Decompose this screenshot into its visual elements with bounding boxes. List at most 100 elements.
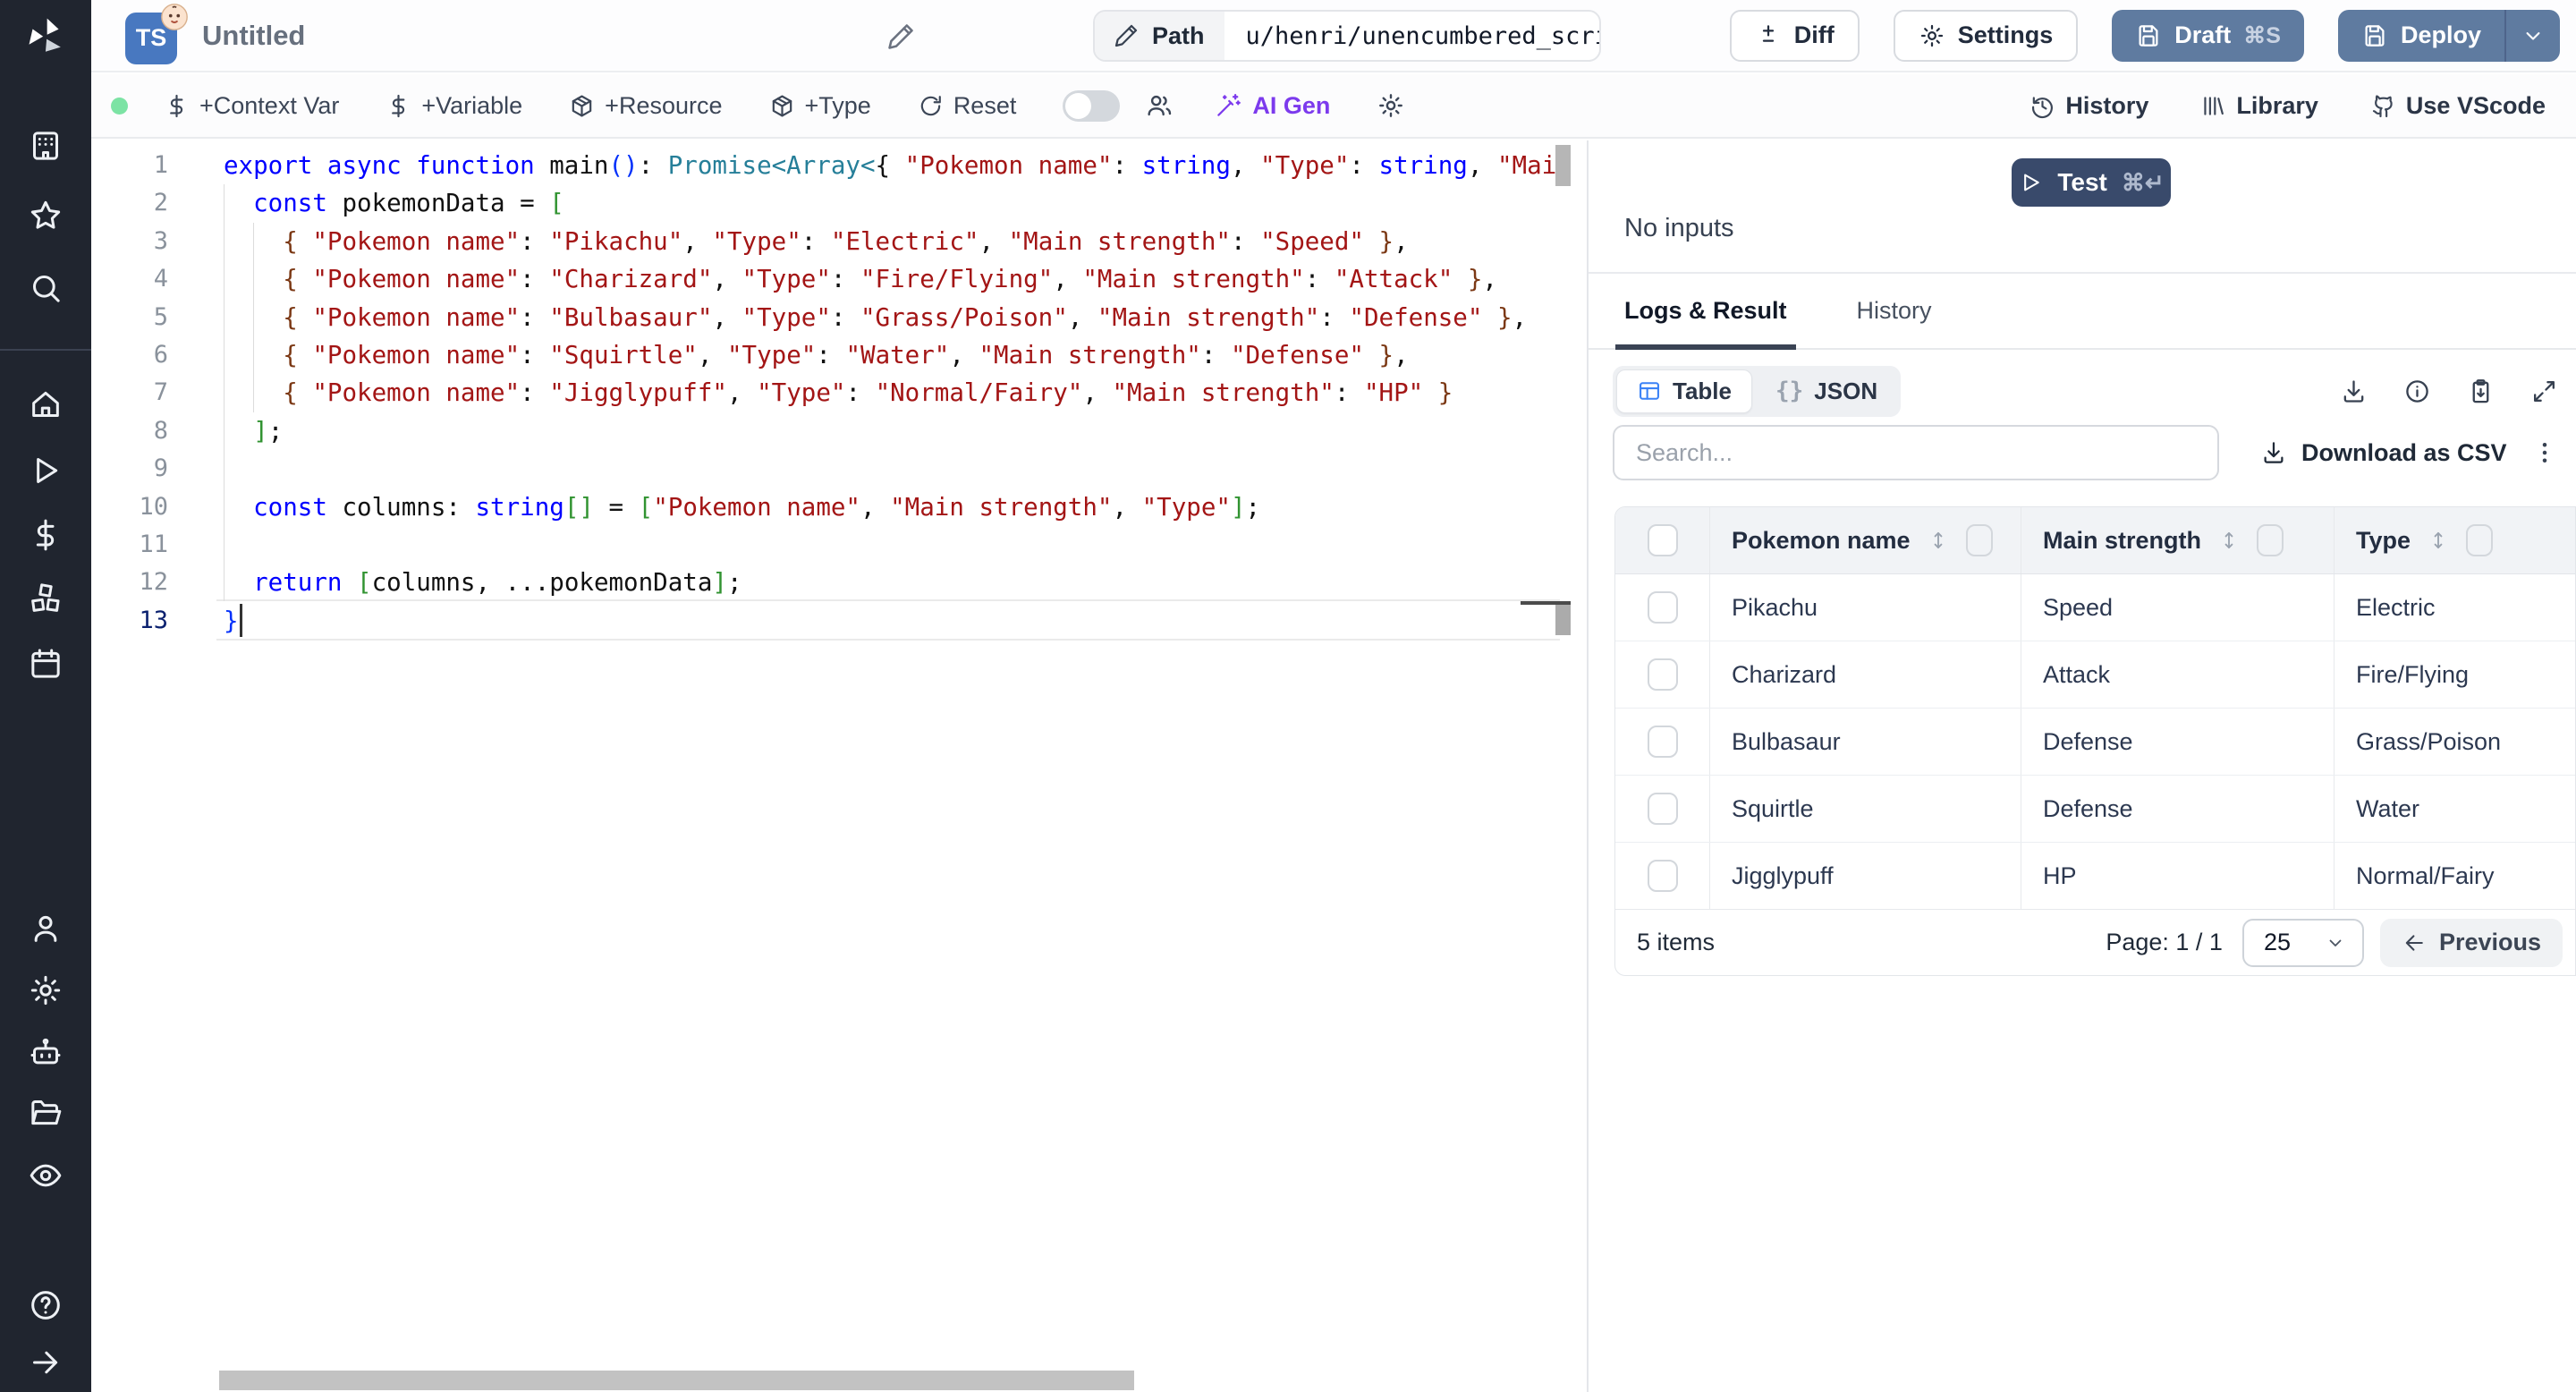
- view-table-button[interactable]: Table: [1616, 369, 1752, 413]
- code-editor[interactable]: 1 2 3 4 5 6 7 8 9 10 11 12 13 export async function …: [91, 140, 1589, 1392]
- row-checkbox[interactable]: [1647, 726, 1678, 758]
- view-json-button[interactable]: {} JSON: [1756, 370, 1897, 412]
- table-row[interactable]: Bulbasaur Defense Grass/Poison: [1615, 709, 2575, 776]
- deploy-more-button[interactable]: [2504, 9, 2560, 62]
- previous-page-button[interactable]: Previous: [2379, 918, 2563, 967]
- table-icon: [1637, 378, 1662, 403]
- expand-icon[interactable]: [2530, 378, 2558, 405]
- sort-icon[interactable]: [2427, 527, 2450, 554]
- toolbar--context-var-button[interactable]: +Context Var: [164, 92, 339, 120]
- library-icon: [2200, 93, 2226, 119]
- sort-icon[interactable]: [2217, 527, 2241, 554]
- sidebar-item-folder-icon[interactable]: [28, 1095, 64, 1131]
- sidebar-item-person-icon[interactable]: [28, 911, 64, 946]
- toolbar-label: +Type: [804, 91, 871, 119]
- sidebar-item-search-icon[interactable]: [28, 270, 64, 306]
- draft-button[interactable]: Draft ⌘S: [2112, 9, 2304, 62]
- package-icon: [569, 93, 595, 119]
- diff-icon: [1755, 22, 1782, 49]
- search-input[interactable]: [1613, 425, 2219, 480]
- kebab-menu-icon[interactable]: [2531, 439, 2558, 466]
- table-row[interactable]: Charizard Attack Fire/Flying: [1615, 641, 2575, 709]
- table-cell: Speed: [2021, 574, 2334, 641]
- row-checkbox[interactable]: [1647, 860, 1678, 892]
- diff-mode-toggle[interactable]: [1063, 89, 1121, 122]
- download-icon[interactable]: [2340, 378, 2368, 405]
- sidebar-item-gear-icon[interactable]: [28, 972, 64, 1008]
- info-icon[interactable]: [2403, 378, 2431, 405]
- per-page-select[interactable]: 25: [2241, 918, 2364, 967]
- toolbar--resource-button[interactable]: +Resource: [569, 92, 723, 120]
- table-row[interactable]: Jigglypuff HP Normal/Fairy: [1615, 843, 2575, 910]
- sidebar-item-arrow-right-icon[interactable]: [28, 1345, 64, 1380]
- toolbar-history-button[interactable]: History: [2029, 92, 2148, 120]
- vertical-scrollbar[interactable]: [1555, 145, 1571, 186]
- sidebar-item-star-icon[interactable]: [28, 198, 64, 233]
- toolbar-library-button[interactable]: Library: [2200, 92, 2318, 120]
- select-all-checkbox[interactable]: [1647, 524, 1678, 556]
- column-checkbox[interactable]: [1965, 524, 1993, 556]
- table-row[interactable]: Pikachu Speed Electric: [1615, 574, 2575, 641]
- chevron-down-icon: [2325, 932, 2346, 954]
- path-value[interactable]: u/henri/unencumbered_script: [1224, 12, 1599, 60]
- column-checkbox[interactable]: [2466, 524, 2494, 556]
- column-label: Pokemon name: [1732, 526, 1911, 554]
- overview-ruler-thumb: [1555, 605, 1571, 635]
- sidebar-item-eye-icon[interactable]: [28, 1158, 64, 1193]
- test-button[interactable]: Test ⌘↵: [2012, 158, 2171, 207]
- tab-logs-result[interactable]: Logs & Result: [1615, 274, 1796, 350]
- row-checkbox[interactable]: [1647, 658, 1678, 691]
- table-search-row: Download as CSV: [1613, 425, 2558, 480]
- sidebar-item-cubes-icon[interactable]: [28, 581, 64, 617]
- sidebar-item-dollar-icon[interactable]: [28, 517, 64, 553]
- language-badge: TS: [125, 3, 188, 64]
- path-field[interactable]: Path u/henri/unencumbered_script: [1093, 10, 1601, 62]
- items-count: 5 items: [1637, 929, 1716, 955]
- deploy-button[interactable]: Deploy: [2337, 9, 2504, 62]
- windmill-logo-icon[interactable]: [23, 14, 68, 59]
- toolbar--variable-button[interactable]: +Variable: [386, 92, 522, 120]
- toolbar-label: History: [2065, 91, 2149, 119]
- run-panel: Test ⌘↵ No inputs Logs & Result History …: [1589, 140, 2576, 1392]
- table-body: Pikachu Speed Electric Charizard Attack Fire/…: [1615, 574, 2575, 910]
- row-checkbox[interactable]: [1647, 793, 1678, 825]
- sidebar-item-help-icon[interactable]: [28, 1287, 64, 1323]
- column-checkbox[interactable]: [2257, 524, 2284, 556]
- dollar-icon: [386, 93, 411, 119]
- line-number: 7: [153, 378, 168, 407]
- toolbar-reset-button[interactable]: Reset: [918, 91, 1017, 120]
- download-csv-button[interactable]: Download as CSV: [2260, 439, 2507, 467]
- collaborators-icon[interactable]: [1145, 91, 1174, 120]
- sidebar-item-play-icon[interactable]: [28, 453, 64, 488]
- table-row[interactable]: Squirtle Defense Water: [1615, 776, 2575, 843]
- code-line: { "Pokemon name": "Jigglypuff", "Type": …: [283, 378, 1453, 408]
- line-number: 10: [139, 492, 168, 521]
- copy-clipboard-icon[interactable]: [2467, 378, 2495, 405]
- sidebar-item-calendar-icon[interactable]: [28, 646, 64, 682]
- toolbar-label: +Variable: [421, 91, 523, 119]
- row-checkbox[interactable]: [1647, 591, 1678, 624]
- titlebar: TS Untitled Path u/henri/unencumbered_sc…: [91, 0, 2576, 72]
- chevron-down-icon: [2521, 23, 2546, 48]
- toolbar-use-vscode-button[interactable]: Use VScode: [2370, 92, 2546, 120]
- table-header-cell: Pokemon name: [1709, 507, 2021, 573]
- sort-icon[interactable]: [1927, 527, 1950, 554]
- sidebar-item-robot-icon[interactable]: [28, 1035, 64, 1071]
- sidebar-item-home-icon[interactable]: [28, 386, 64, 422]
- diff-button[interactable]: Diff: [1729, 9, 1860, 62]
- tab-history[interactable]: History: [1848, 274, 1941, 348]
- horizontal-scrollbar[interactable]: [219, 1371, 1134, 1390]
- pencil-icon: [1113, 22, 1140, 49]
- table-cell: Jigglypuff: [1709, 843, 2021, 909]
- editor-settings-icon[interactable]: [1377, 91, 1405, 120]
- run-header: Test ⌘↵ No inputs: [1589, 140, 2576, 274]
- toolbar--type-button[interactable]: +Type: [769, 92, 871, 120]
- editor-toolbar: +Context Var +Variable +Resource +Type Reset…: [91, 74, 2576, 139]
- sidebar-item-building-icon[interactable]: [28, 128, 64, 164]
- view-table-label: Table: [1673, 377, 1732, 404]
- edit-summary-icon[interactable]: [886, 21, 916, 52]
- toolbar-label: Reset: [953, 91, 1017, 119]
- ai-gen-button[interactable]: AI Gen: [1215, 92, 1330, 120]
- main-content: 1 2 3 4 5 6 7 8 9 10 11 12 13 export async function …: [91, 140, 2576, 1392]
- settings-button[interactable]: Settings: [1893, 9, 2079, 62]
